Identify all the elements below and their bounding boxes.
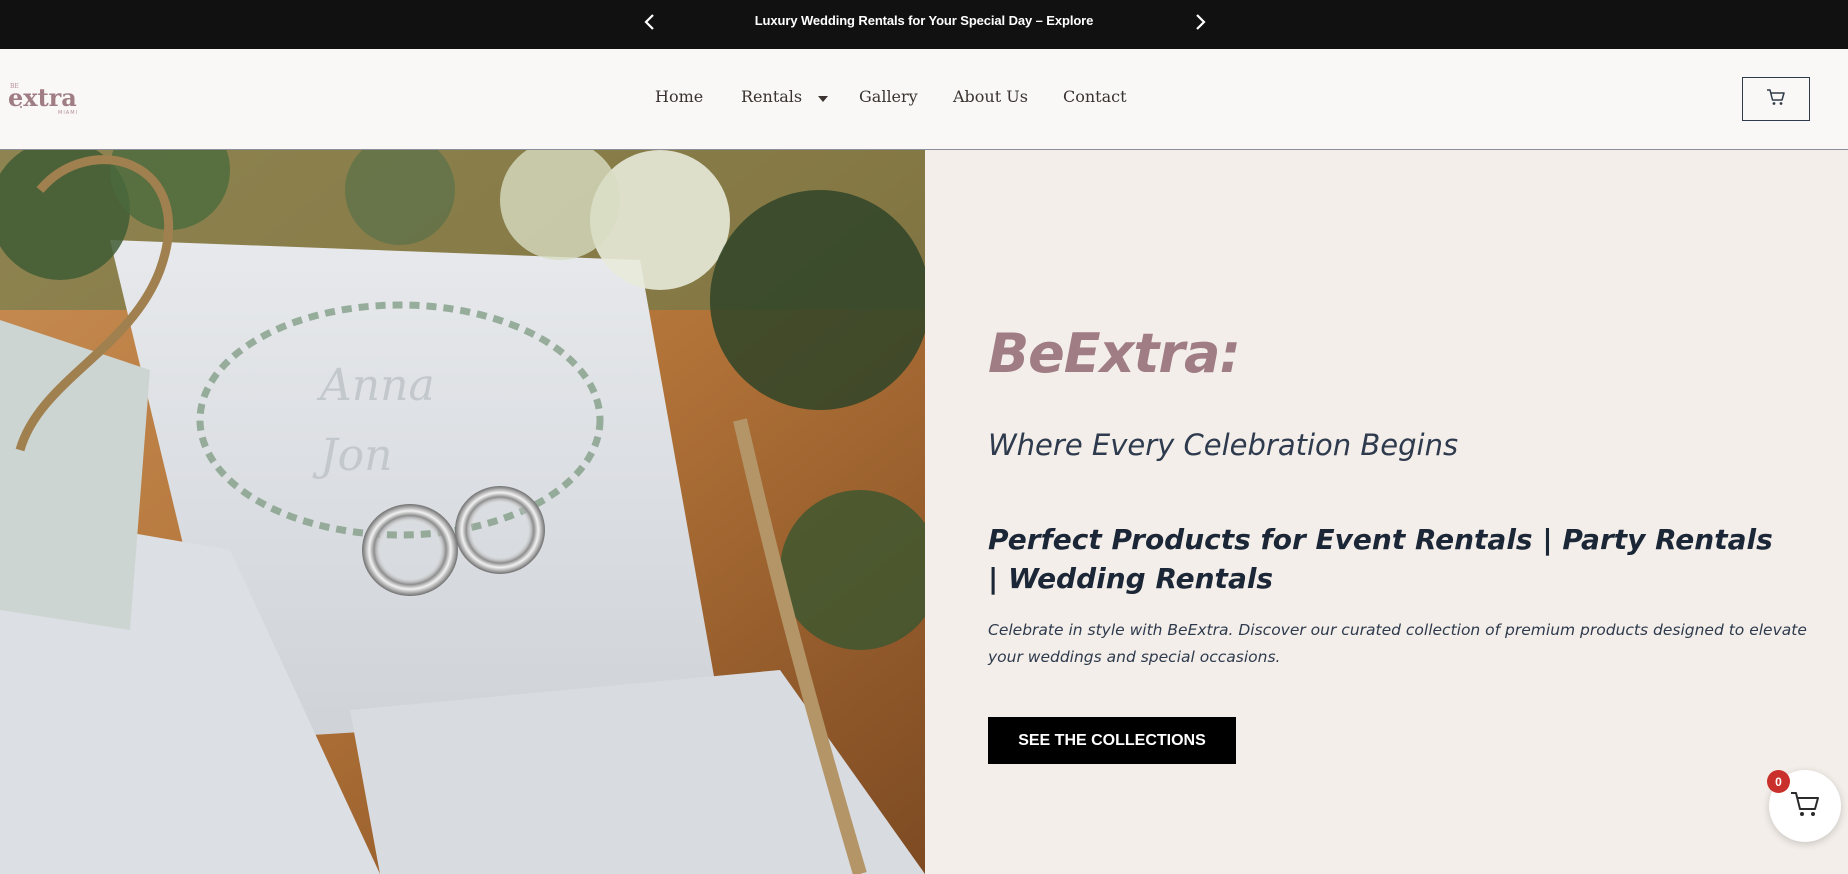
logo-text: extra bbox=[8, 83, 77, 112]
nav-contact[interactable]: Contact bbox=[1063, 87, 1127, 106]
hero-content: BeExtra: Where Every Celebration Begins … bbox=[925, 150, 1848, 874]
cart-icon bbox=[1766, 88, 1786, 110]
cart-count-badge: 0 bbox=[1767, 770, 1790, 793]
announcement-bar: Luxury Wedding Rentals for Your Special … bbox=[0, 0, 1848, 49]
announcement-text[interactable]: Luxury Wedding Rentals for Your Special … bbox=[0, 13, 1848, 28]
see-collections-button[interactable]: SEE THE COLLECTIONS bbox=[988, 717, 1236, 764]
nav-gallery[interactable]: Gallery bbox=[859, 87, 918, 106]
nav-gallery-label: Gallery bbox=[859, 87, 918, 106]
cart-icon bbox=[1789, 790, 1821, 822]
logo-subtext: MIAMI bbox=[58, 110, 78, 116]
svg-text:Jon: Jon bbox=[312, 430, 392, 481]
svg-text:Anna: Anna bbox=[316, 360, 435, 411]
header-cart-button[interactable] bbox=[1742, 77, 1810, 121]
site-header: BE extra MIAMI Home Rentals Gallery Abou… bbox=[0, 49, 1848, 150]
nav-home[interactable]: Home bbox=[655, 87, 703, 106]
nav-home-label: Home bbox=[655, 87, 704, 106]
hero-heading: Perfect Products for Event Rentals | Par… bbox=[988, 523, 1773, 595]
nav-about[interactable]: About Us bbox=[953, 87, 1028, 106]
hero-image: Anna Jon bbox=[0, 150, 925, 874]
nav-rentals-label: Rentals bbox=[741, 87, 803, 106]
hero-description: Celebrate in style with BeExtra. Discove… bbox=[988, 621, 1807, 666]
hero-title: BeExtra: bbox=[988, 322, 1241, 385]
caret-down-icon bbox=[817, 88, 829, 107]
brand-logo[interactable]: BE extra MIAMI bbox=[8, 78, 88, 118]
nav-about-label: About Us bbox=[953, 87, 1028, 106]
chevron-right-icon[interactable] bbox=[1188, 10, 1212, 34]
hero-subtitle: Where Every Celebration Begins bbox=[988, 428, 1459, 462]
nav-rentals[interactable]: Rentals bbox=[741, 87, 829, 107]
nav-contact-label: Contact bbox=[1063, 87, 1127, 106]
